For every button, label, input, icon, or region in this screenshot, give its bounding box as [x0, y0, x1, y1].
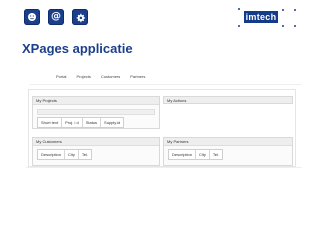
column-header[interactable]: City: [65, 150, 79, 159]
nav-item-portal[interactable]: Portal: [56, 74, 66, 79]
mail-icon[interactable]: @: [48, 9, 64, 25]
logo-dot: [282, 25, 284, 27]
projects-panel-title: My Projects: [36, 98, 57, 103]
column-header[interactable]: Description: [38, 150, 66, 159]
nav-item-projects[interactable]: Projects: [76, 74, 90, 79]
column-header[interactable]: Status: [83, 118, 102, 127]
partners-table-header: Description City Tel.: [168, 149, 224, 160]
panel-header: My Projects: [33, 97, 159, 105]
customers-panel-title: My Customers: [36, 139, 62, 144]
imtech-logo: imtech: [232, 6, 298, 28]
partners-panel: My Partners Description City Tel.: [163, 137, 293, 166]
profile-icon[interactable]: [24, 9, 40, 25]
logo-wordmark: imtech: [244, 11, 278, 23]
panel-header: My Customers: [33, 138, 159, 146]
profile-glyph: [28, 13, 36, 21]
panel-header: My Partners: [164, 138, 292, 146]
main-nav: Portal Projects Customers Partners: [56, 74, 145, 79]
column-header[interactable]: Supply.id: [101, 118, 123, 127]
page-title: XPages applicatie: [22, 41, 133, 56]
logo-dot: [282, 9, 284, 11]
content-frame: My Projects Short text Proj. i d Status …: [28, 89, 296, 167]
logo-dot: [294, 9, 296, 11]
gear-icon[interactable]: [72, 9, 88, 25]
mail-glyph: @: [51, 11, 61, 22]
actions-panel-title: My Actions: [167, 98, 187, 103]
logo-dot: [238, 8, 240, 10]
nav-item-partners[interactable]: Partners: [130, 74, 145, 79]
partners-panel-title: My Partners: [167, 139, 189, 144]
column-header[interactable]: Tel.: [210, 150, 222, 159]
column-header[interactable]: Short text: [38, 118, 63, 127]
panel-header: My Actions: [164, 97, 292, 103]
footer-divider: [26, 167, 302, 168]
customers-panel: My Customers Description City Tel.: [32, 137, 160, 166]
column-header[interactable]: Proj. i d: [62, 118, 83, 127]
gear-glyph: [76, 13, 85, 22]
logo-dot: [294, 25, 296, 27]
logo-dot: [238, 25, 240, 27]
projects-filter-bar: [37, 109, 155, 115]
column-header[interactable]: Description: [169, 150, 197, 159]
projects-panel: My Projects Short text Proj. i d Status …: [32, 96, 160, 129]
column-header[interactable]: Tel.: [79, 150, 91, 159]
customers-table-header: Description City Tel.: [37, 149, 93, 160]
nav-divider: [30, 84, 302, 85]
actions-panel: My Actions: [163, 96, 293, 104]
column-header[interactable]: City: [196, 150, 210, 159]
nav-item-customers[interactable]: Customers: [101, 74, 120, 79]
projects-table-header: Short text Proj. i d Status Supply.id: [37, 117, 125, 128]
